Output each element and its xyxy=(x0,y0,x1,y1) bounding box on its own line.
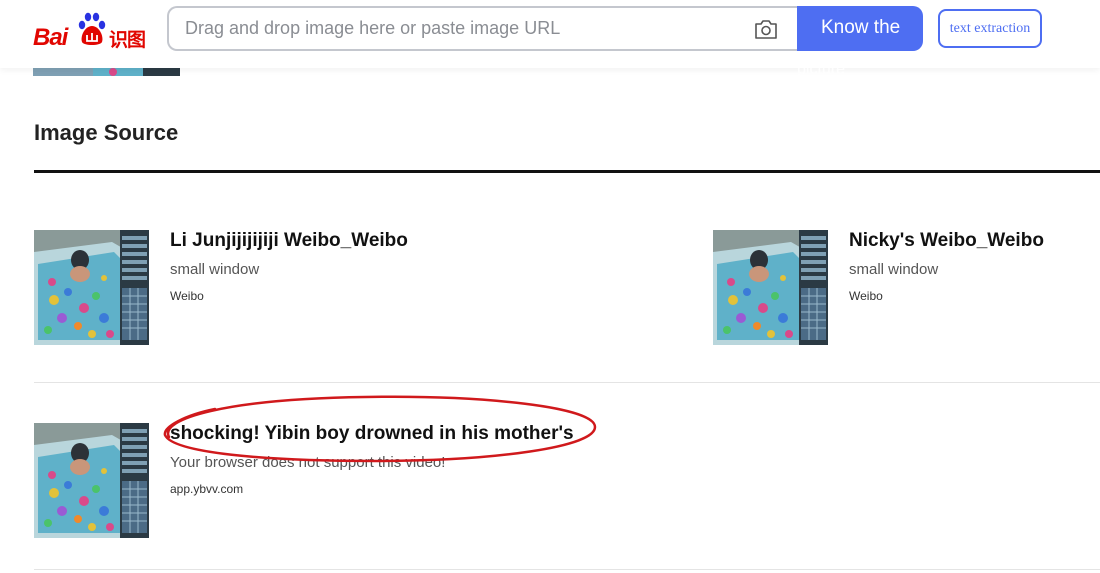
result-title[interactable]: Li Junjijijijiji Weibo_Weibo xyxy=(170,230,408,252)
result-description: small window xyxy=(849,261,939,278)
result-card: shocking! Yibin boy drowned in his mothe… xyxy=(34,423,734,538)
result-title[interactable]: Nicky's Weibo_Weibo xyxy=(849,230,1044,252)
row-divider xyxy=(34,382,1100,383)
result-description: Your browser does not support this video… xyxy=(170,454,446,471)
image-search-box[interactable] xyxy=(167,6,798,51)
paw-logo-icon xyxy=(78,12,106,45)
result-thumbnail[interactable] xyxy=(34,423,149,538)
result-card: Nicky's Weibo_Weibo small window Weibo xyxy=(713,230,1100,345)
search-input[interactable] xyxy=(185,8,745,49)
result-source[interactable]: app.ybvv.com xyxy=(170,482,243,496)
logo-text-cn: 识图 xyxy=(109,29,146,51)
logo-text-latin: Bai xyxy=(33,24,68,51)
baidu-shitu-logo[interactable]: Bai 识图 xyxy=(33,12,146,52)
top-header: Bai 识图 Know the picture text extraction xyxy=(0,0,1100,78)
section-title: Image Source xyxy=(34,120,179,145)
camera-icon[interactable] xyxy=(754,18,778,40)
search-button-label: Know the xyxy=(821,17,901,38)
result-thumbnail[interactable] xyxy=(713,230,828,345)
result-title[interactable]: shocking! Yibin boy drowned in his mothe… xyxy=(170,423,574,445)
search-button-overflow-label: picture xyxy=(797,61,846,78)
previous-result-thumbnail[interactable] xyxy=(33,68,180,76)
result-thumbnail[interactable] xyxy=(34,230,149,345)
text-extraction-button[interactable]: text extraction xyxy=(938,9,1042,48)
result-card: Li Junjijijijiji Weibo_Weibo small windo… xyxy=(34,230,594,345)
know-the-picture-button[interactable]: Know the picture xyxy=(797,6,923,78)
result-source[interactable]: Weibo xyxy=(170,289,204,303)
section-divider xyxy=(34,170,1100,173)
result-description: small window xyxy=(170,261,260,278)
result-source[interactable]: Weibo xyxy=(849,289,883,303)
row-divider xyxy=(34,569,1100,570)
